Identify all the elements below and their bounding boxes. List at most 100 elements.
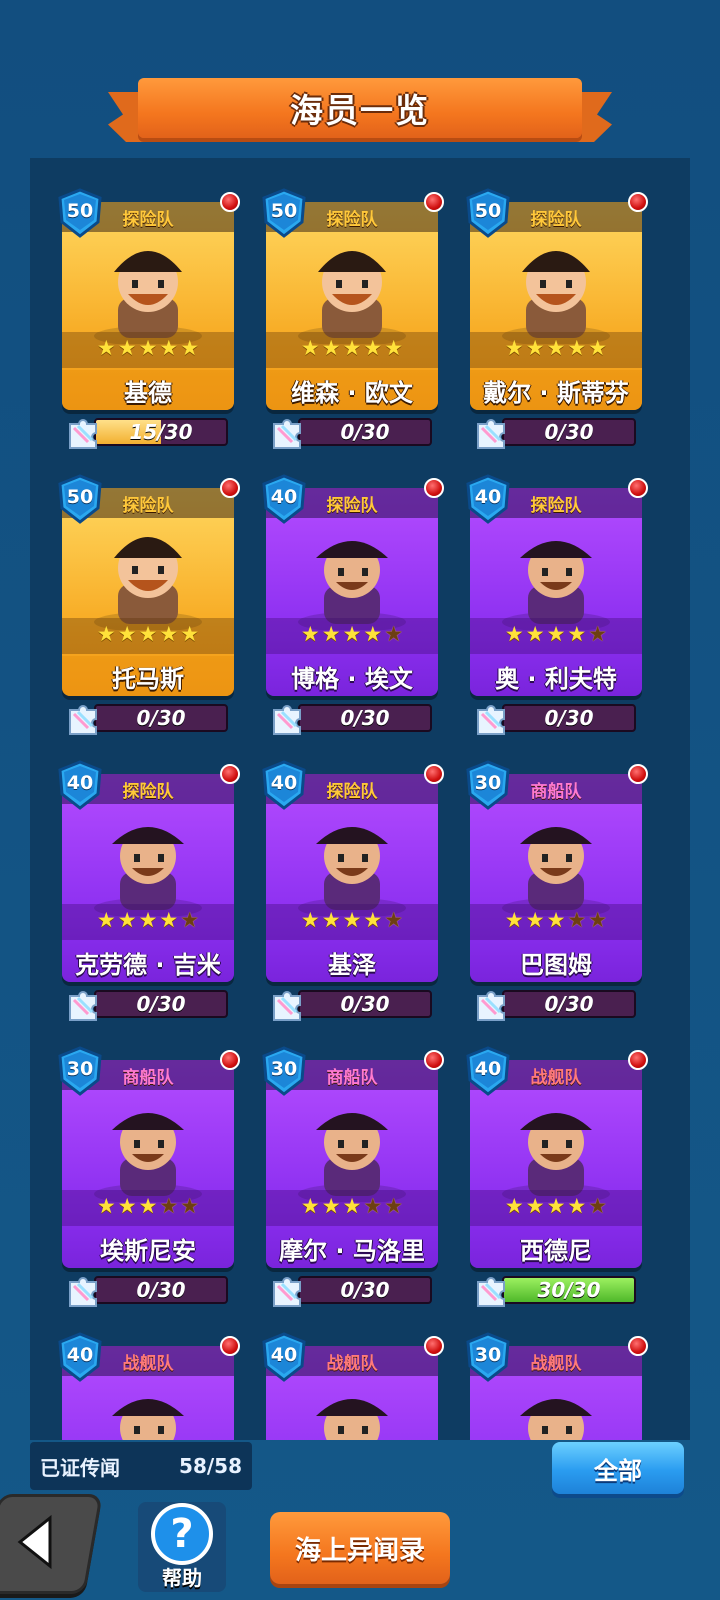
shard-progress: 0/30 (268, 700, 436, 736)
crew-name: 摩尔 · 马洛里 (279, 1236, 425, 1265)
star-empty-icon: ★ (384, 908, 404, 932)
crew-card[interactable]: 探险队 ★ ★ ★ ★ ★ 克劳德 · 吉米 40 0/30 (58, 760, 240, 1021)
shard-progress: 0/30 (268, 986, 436, 1022)
shard-progress: 30/30 (472, 1272, 640, 1308)
star-empty-icon: ★ (588, 622, 608, 646)
star-rating: ★ ★ ★ ★ ★ (470, 336, 642, 362)
crew-card[interactable]: 探险队 ★ ★ ★ ★ ★ 奥 · 利夫特 40 0/30 (466, 474, 648, 735)
team-label: 战舰队 (122, 1353, 174, 1374)
star-filled-icon: ★ (300, 622, 320, 646)
crew-card[interactable]: 战舰队 40 (58, 1332, 240, 1440)
crew-card[interactable]: 商船队 ★ ★ ★ ★ ★ 摩尔 · 马洛里 30 0/30 (262, 1046, 444, 1307)
sea-rumors-button[interactable]: 海上异闻录 (270, 1512, 450, 1584)
level-badge: 40 (260, 474, 308, 524)
star-filled-icon: ★ (321, 908, 341, 932)
red-dot-icon (424, 764, 444, 784)
star-filled-icon: ★ (117, 908, 137, 932)
level-value: 50 (66, 200, 94, 222)
star-rating: ★ ★ ★ ★ ★ (62, 622, 234, 648)
crew-card[interactable]: 探险队 ★ ★ ★ ★ ★ 托马斯 50 0/30 (58, 474, 240, 735)
level-value: 30 (474, 772, 502, 794)
crew-card[interactable]: 商船队 ★ ★ ★ ★ ★ 巴图姆 30 0/30 (466, 760, 648, 1021)
crew-name: 维森 · 欧文 (266, 370, 438, 410)
back-arrow-icon[interactable] (12, 1512, 62, 1572)
level-value: 40 (66, 772, 94, 794)
team-label: 战舰队 (530, 1353, 582, 1374)
progress-text: 0/30 (340, 1278, 390, 1302)
team-label: 探险队 (530, 495, 582, 516)
crew-portrait (72, 1090, 224, 1202)
progress-bar: 0/30 (502, 704, 636, 732)
star-filled-icon: ★ (138, 908, 158, 932)
progress-text: 0/30 (544, 992, 594, 1016)
crew-portrait (72, 232, 224, 344)
team-label: 探险队 (122, 781, 174, 802)
question-icon[interactable]: ? (151, 1503, 213, 1565)
filter-all-button[interactable]: 全部 (552, 1442, 684, 1494)
star-empty-icon: ★ (567, 908, 587, 932)
shard-progress: 15/30 (64, 414, 232, 450)
star-empty-icon: ★ (384, 1194, 404, 1218)
crew-card[interactable]: 探险队 ★ ★ ★ ★ ★ 基泽 40 0/30 (262, 760, 444, 1021)
star-filled-icon: ★ (504, 622, 524, 646)
star-filled-icon: ★ (567, 1194, 587, 1218)
crew-card[interactable]: 战舰队 ★ ★ ★ ★ ★ 西德尼 40 30/30 (466, 1046, 648, 1307)
star-empty-icon: ★ (384, 622, 404, 646)
team-label: 探险队 (530, 209, 582, 230)
crew-grid[interactable]: 探险队 ★ ★ ★ ★ ★ 基德 50 15/30 探险队 ★ ★ ★ ★ ★ 维森 · 欧文 50 0/30 探险… (30, 158, 690, 1440)
crew-portrait (276, 804, 428, 916)
team-label: 战舰队 (530, 1067, 582, 1088)
star-empty-icon: ★ (588, 1194, 608, 1218)
red-dot-icon (424, 1050, 444, 1070)
red-dot-icon (628, 478, 648, 498)
progress-text: 15/30 (129, 420, 193, 444)
red-dot-icon (220, 192, 240, 212)
team-label: 商船队 (122, 1067, 174, 1088)
shard-progress: 0/30 (64, 700, 232, 736)
star-filled-icon: ★ (588, 336, 608, 360)
progress-text: 0/30 (136, 706, 186, 730)
crew-card[interactable]: 商船队 ★ ★ ★ ★ ★ 埃斯尼安 30 0/30 (58, 1046, 240, 1307)
level-badge: 40 (56, 1332, 104, 1382)
crew-card[interactable]: 探险队 ★ ★ ★ ★ ★ 戴尔 · 斯蒂芬 50 0/30 (466, 188, 648, 449)
verified-legends: 已证传闻 58/58 (30, 1442, 252, 1490)
star-filled-icon: ★ (342, 336, 362, 360)
level-badge: 40 (260, 760, 308, 810)
crew-name: 西德尼 (520, 1236, 592, 1265)
crew-card[interactable]: 战舰队 40 (262, 1332, 444, 1440)
star-rating: ★ ★ ★ ★ ★ (266, 908, 438, 934)
crew-portrait (276, 518, 428, 630)
progress-text: 0/30 (544, 420, 594, 444)
red-dot-icon (220, 764, 240, 784)
puzzle-piece-icon (472, 414, 512, 450)
verified-legends-label: 已证传闻 (40, 1455, 120, 1480)
star-rating: ★ ★ ★ ★ ★ (470, 908, 642, 934)
star-filled-icon: ★ (384, 336, 404, 360)
red-dot-icon (628, 764, 648, 784)
crew-portrait (72, 518, 224, 630)
level-value: 30 (474, 1344, 502, 1366)
progress-bar: 0/30 (298, 990, 432, 1018)
page-title: 海员一览 (290, 91, 430, 130)
red-dot-icon (628, 192, 648, 212)
star-filled-icon: ★ (159, 908, 179, 932)
progress-bar: 15/30 (94, 418, 228, 446)
level-badge: 30 (260, 1046, 308, 1096)
crew-card[interactable]: 探险队 ★ ★ ★ ★ ★ 基德 50 15/30 (58, 188, 240, 449)
progress-text: 0/30 (544, 706, 594, 730)
level-badge: 50 (56, 188, 104, 238)
star-filled-icon: ★ (546, 336, 566, 360)
verified-legends-count: 58/58 (179, 1454, 242, 1478)
puzzle-piece-icon (268, 986, 308, 1022)
team-label: 商船队 (530, 781, 582, 802)
progress-text: 0/30 (136, 992, 186, 1016)
level-value: 40 (270, 1344, 298, 1366)
crew-card[interactable]: 探险队 ★ ★ ★ ★ ★ 博格 · 埃文 40 0/30 (262, 474, 444, 735)
star-filled-icon: ★ (138, 336, 158, 360)
crew-card[interactable]: 战舰队 30 (466, 1332, 648, 1440)
star-rating: ★ ★ ★ ★ ★ (266, 622, 438, 648)
star-filled-icon: ★ (504, 1194, 524, 1218)
crew-card[interactable]: 探险队 ★ ★ ★ ★ ★ 维森 · 欧文 50 0/30 (262, 188, 444, 449)
team-label: 商船队 (326, 1067, 378, 1088)
star-filled-icon: ★ (525, 336, 545, 360)
